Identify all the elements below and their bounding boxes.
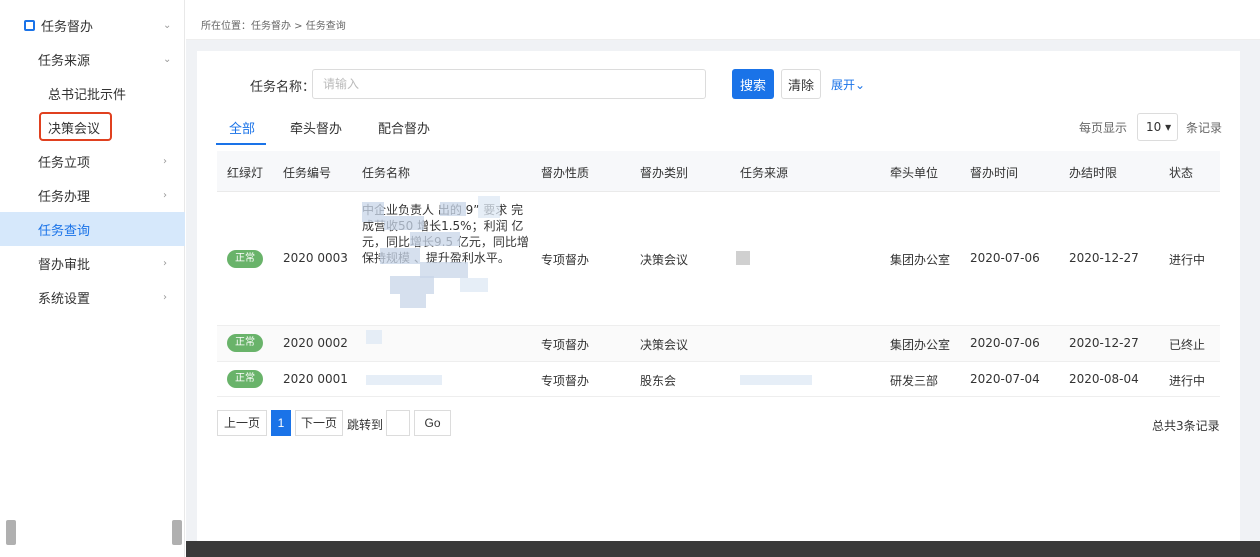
row-divider [217,361,1220,362]
status-light-badge: 正常 [227,250,263,268]
status-light-badge: 正常 [227,370,263,388]
mosaic-blur [440,202,466,216]
task-id: 2020 0003 [283,251,348,265]
mosaic-blur [366,330,382,344]
chevron-down-icon: ⌄ [163,19,172,31]
column-header: 办结时限 [1069,166,1118,180]
mosaic-blur [736,251,750,265]
column-header: 任务名称 [362,166,411,180]
supervision-nature: 专项督办 [541,374,590,388]
task-supervision-icon [24,19,35,31]
column-header: 督办性质 [541,166,590,180]
sidebar-item-label: 任务办理 [38,189,91,205]
sidebar-item-label: 督办审批 [38,257,91,273]
sidebar-item-task-initiation[interactable]: 任务立项 › [0,144,185,178]
sidebar-item-task-handling[interactable]: 任务办理 › [0,178,185,212]
mosaic-blur [390,276,434,294]
task-name-input[interactable] [312,69,706,99]
column-header: 牵头单位 [890,166,939,180]
deadline-date: 2020-08-04 [1069,372,1139,386]
mosaic-blur [740,375,812,385]
mosaic-blur [460,278,488,292]
column-header: 任务来源 [740,166,789,180]
supervision-nature: 专项督办 [541,253,590,267]
status-text: 进行中 [1169,374,1206,388]
tab-all[interactable]: 全部 [229,118,255,137]
supervision-category: 决策会议 [640,338,689,352]
mosaic-blur [384,216,424,230]
sidebar-item-label: 系统设置 [38,291,91,307]
go-button[interactable]: Go [414,410,451,436]
mosaic-blur [362,202,384,222]
status-text: 已终止 [1169,338,1206,352]
highlight-annotation [39,112,112,141]
status-light-badge: 正常 [227,334,263,352]
sidebar-item-task-query[interactable]: 任务查询 [0,212,185,246]
chevron-right-icon: › [163,189,167,201]
column-header: 红绿灯 [227,166,264,180]
column-header: 状态 [1169,166,1194,180]
chevron-down-icon: ⌄ [163,53,172,65]
active-tab-indicator [216,143,266,145]
next-page-button[interactable]: 下一页 [295,410,343,436]
supervision-date: 2020-07-06 [970,251,1040,265]
task-id: 2020 0001 [283,372,348,386]
sidebar-item-task-source[interactable]: 任务来源 ⌄ [0,42,185,76]
lead-unit: 研发三部 [890,374,939,388]
page-size-unit: 条记录 [1186,121,1223,135]
sidebar-item-label: 任务督办 [41,19,94,35]
expand-link[interactable]: 展开⌄ [831,76,865,93]
tab-assist-supervision[interactable]: 配合督办 [378,118,430,137]
breadcrumb: 所在位置：任务督办 > 任务查询 [201,21,346,32]
task-id: 2020 0002 [283,336,348,350]
search-button[interactable]: 搜索 [732,69,774,99]
column-header: 任务编号 [283,166,332,180]
sidebar-item-label: 任务立项 [38,155,91,171]
column-header: 督办类别 [640,166,689,180]
mosaic-blur [366,375,442,385]
page-size-label: 每页显示 [1079,121,1128,135]
jump-to-label: 跳转到 [347,418,384,432]
supervision-category: 决策会议 [640,253,689,267]
mosaic-blur [478,196,500,218]
supervision-category: 股东会 [640,374,677,388]
page-size-select[interactable]: 10 ▾ [1137,113,1178,141]
row-divider [217,396,1220,397]
jump-page-input[interactable] [386,410,410,436]
total-records: 总共3条记录 [1152,419,1220,433]
top-bar: 所在位置：任务督办 > 任务查询 [186,0,1260,40]
chevron-right-icon: › [163,257,167,269]
task-name-label: 任务名称： [250,80,316,95]
clear-button[interactable]: 清除 [781,69,821,99]
bottom-taskbar-strip [186,541,1260,557]
status-text: 进行中 [1169,253,1206,267]
lead-unit: 集团办公室 [890,338,951,352]
mosaic-blur [380,248,420,264]
sidebar-item-label: 总书记批示件 [48,87,127,103]
sidebar: 任务督办 ⌄ 任务来源 ⌄ 总书记批示件 决策会议 任务立项 › 任务办理 › … [0,0,185,557]
chevron-right-icon: › [163,291,167,303]
tab-lead-supervision[interactable]: 牵头督办 [290,118,342,137]
mosaic-blur [400,294,426,308]
deadline-date: 2020-12-27 [1069,251,1139,265]
supervision-nature: 专项督办 [541,338,590,352]
deadline-date: 2020-12-27 [1069,336,1139,350]
page-1-button[interactable]: 1 [271,410,291,436]
sidebar-item-system-settings[interactable]: 系统设置 › [0,280,185,314]
sidebar-item-task-supervision[interactable]: 任务督办 ⌄ [0,8,185,42]
chevron-right-icon: › [163,155,167,167]
mosaic-blur [410,232,460,246]
supervision-date: 2020-07-04 [970,372,1040,386]
sidebar-item-instructions[interactable]: 总书记批示件 [0,76,185,110]
supervision-date: 2020-07-06 [970,336,1040,350]
scroll-right-handle[interactable] [172,520,182,545]
sidebar-item-label: 任务查询 [38,223,91,239]
sidebar-item-supervision-approval[interactable]: 督办审批 › [0,246,185,280]
lead-unit: 集团办公室 [890,253,951,267]
scroll-left-handle[interactable] [6,520,16,545]
prev-page-button[interactable]: 上一页 [217,410,267,436]
column-header: 督办时间 [970,166,1019,180]
sidebar-item-label: 任务来源 [38,53,91,69]
